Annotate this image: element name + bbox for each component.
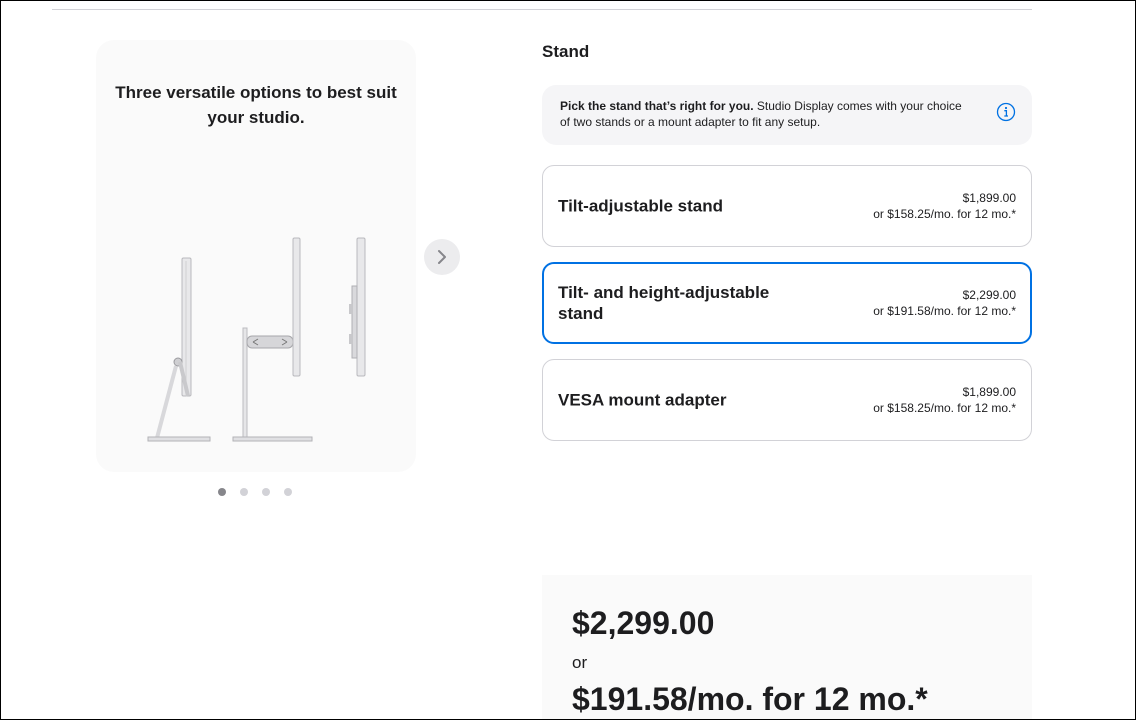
option-price: $1,899.00 or $158.25/mo. for 12 mo.* [873, 190, 1016, 222]
stand-option-tilt[interactable]: Tilt-adjustable stand $1,899.00 or $158.… [542, 165, 1032, 247]
summary-total-price: $2,299.00 [572, 605, 715, 641]
option-full-price: $1,899.00 [962, 191, 1016, 205]
info-headline: Pick the stand that’s right for you. [560, 99, 754, 113]
vesa-mount-illustration [349, 237, 366, 377]
gallery-dot-1[interactable] [218, 488, 226, 496]
gallery-caption: Three versatile options to best suit you… [115, 83, 397, 127]
stand-options-illustration [147, 237, 366, 442]
gallery-dot-3[interactable] [262, 488, 270, 496]
option-full-price: $1,899.00 [962, 385, 1016, 399]
stand-option-vesa[interactable]: VESA mount adapter $1,899.00 or $158.25/… [542, 359, 1032, 441]
chevron-right-icon [438, 250, 446, 264]
option-full-price: $2,299.00 [962, 288, 1016, 302]
top-divider [52, 9, 1032, 10]
tilt-stand-illustration [147, 257, 211, 442]
option-name: Tilt-adjustable stand [558, 196, 723, 216]
option-name: Tilt- and height-adjustable stand [558, 283, 770, 323]
option-monthly-price: or $158.25/mo. for 12 mo.* [873, 401, 1016, 415]
option-monthly-price: or $158.25/mo. for 12 mo.* [873, 207, 1016, 221]
stand-option-tilt-height[interactable]: Tilt- and height-adjustable stand $2,299… [542, 262, 1032, 344]
summary-monthly-price: $191.58/mo. for 12 mo.* [572, 681, 928, 717]
height-stand-illustration [232, 237, 313, 442]
gallery-next-button[interactable] [424, 239, 460, 275]
gallery-pagination [218, 488, 292, 496]
option-price: $2,299.00 or $191.58/mo. for 12 mo.* [873, 287, 1016, 319]
price-summary: $2,299.00 or $191.58/mo. for 12 mo.* [542, 575, 1032, 720]
stand-gallery-card: Three versatile options to best suit you… [96, 40, 416, 472]
gallery-dot-4[interactable] [284, 488, 292, 496]
stand-section-title: Stand [542, 42, 590, 61]
stand-info-box: Pick the stand that’s right for you. Stu… [542, 85, 1032, 145]
option-monthly-price: or $191.58/mo. for 12 mo.* [873, 304, 1016, 318]
option-price: $1,899.00 or $158.25/mo. for 12 mo.* [873, 384, 1016, 416]
gallery-dot-2[interactable] [240, 488, 248, 496]
option-name: VESA mount adapter [558, 390, 727, 410]
summary-or-label: or [572, 653, 588, 672]
info-icon[interactable] [996, 102, 1016, 122]
